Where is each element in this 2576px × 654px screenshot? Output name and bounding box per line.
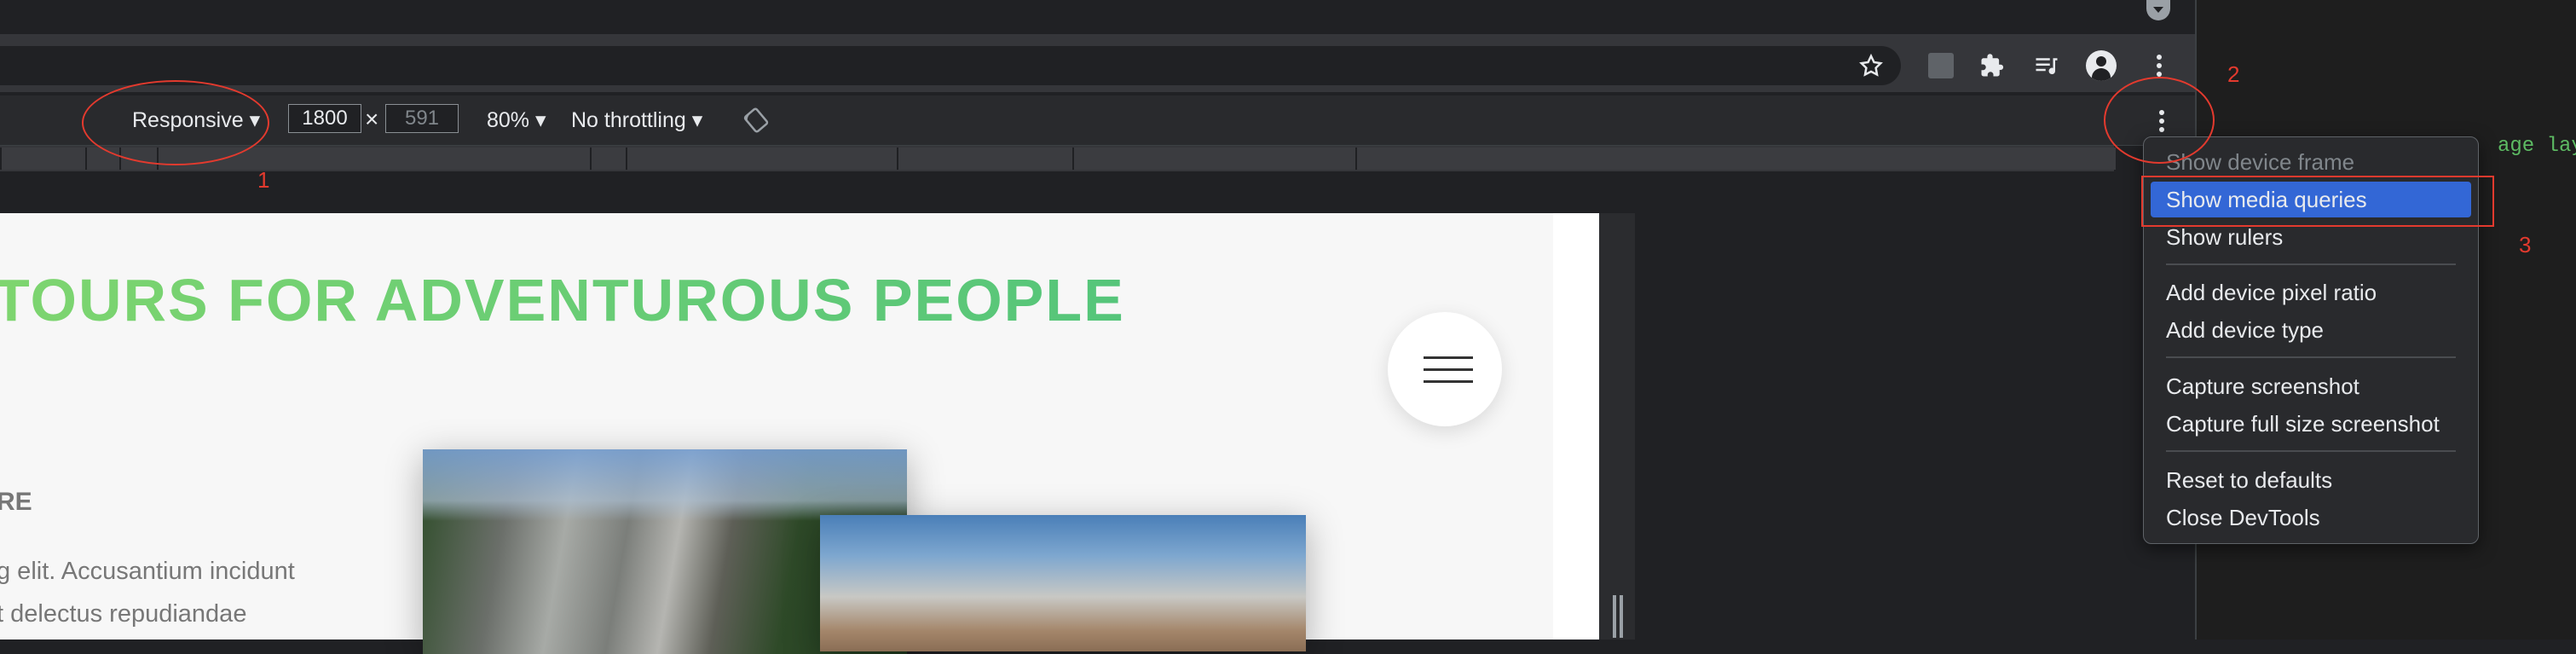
section-subheading: RE: [0, 488, 32, 516]
tab-strip: [0, 0, 2195, 36]
menu-item-close-devtools[interactable]: Close DevTools: [2166, 505, 2320, 531]
media-query-segment[interactable]: [0, 148, 85, 170]
throttling-select[interactable]: No throttling ▾: [571, 107, 702, 133]
menu-item-capture-screenshot[interactable]: Capture screenshot: [2166, 373, 2359, 400]
chevron-down-icon: [2153, 7, 2163, 13]
media-queue-icon[interactable]: [2030, 49, 2063, 82]
resize-handle[interactable]: [1620, 595, 1623, 638]
puzzle-icon[interactable]: [1976, 49, 2008, 82]
tab-divider: [0, 34, 2195, 41]
page-heading: TOURS FOR ADVENTUROUS PEOPLE: [0, 266, 1125, 334]
paragraph-line: g elit. Accusantium incidunt: [0, 558, 295, 585]
annotation-rect-media-queries: [2141, 176, 2494, 227]
profile-icon[interactable]: [2085, 49, 2117, 82]
viewport-gutter: [1599, 213, 1635, 640]
navigation-menu-button[interactable]: [1388, 312, 1502, 426]
dimension-separator: ×: [365, 106, 379, 132]
menu-item-reset-to-defaults[interactable]: Reset to defaults: [2166, 467, 2332, 494]
zoom-select[interactable]: 80% ▾: [487, 107, 546, 133]
viewport-edge: [1553, 213, 1599, 640]
media-query-segment[interactable]: [626, 148, 897, 170]
annotation-label-1: 1: [257, 167, 270, 193]
media-query-segment[interactable]: [1072, 148, 1355, 170]
menu-item-show-rulers[interactable]: Show rulers: [2166, 224, 2283, 251]
hamburger-icon: [1424, 368, 1473, 371]
hamburger-icon: [1424, 380, 1473, 383]
annotation-oval-device-select: [82, 80, 269, 165]
resize-handle[interactable]: [1613, 595, 1616, 638]
annotation-oval-more-button: [2104, 77, 2215, 164]
menu-separator: [2166, 450, 2456, 452]
menu-item-add-device-pixel-ratio[interactable]: Add device pixel ratio: [2166, 280, 2377, 306]
viewport-height-input[interactable]: 591: [385, 104, 459, 133]
menu-item-add-device-type[interactable]: Add device type: [2166, 317, 2324, 344]
paragraph-line: t delectus repudiandae: [0, 600, 247, 628]
menu-separator: [2166, 263, 2456, 265]
viewport-width-input[interactable]: 1800: [288, 104, 361, 133]
extension-se-icon[interactable]: [1925, 49, 1957, 82]
address-bar[interactable]: [0, 46, 1901, 85]
rotate-icon[interactable]: [743, 107, 769, 137]
annotation-label-3: 3: [2519, 232, 2532, 258]
sky-photo: [820, 515, 1306, 651]
media-query-segment[interactable]: [590, 148, 626, 170]
star-icon[interactable]: [1855, 49, 1887, 82]
hamburger-icon: [1424, 356, 1473, 359]
media-query-segment[interactable]: [897, 148, 1072, 170]
menu-item-capture-full-size-screenshot[interactable]: Capture full size screenshot: [2166, 411, 2440, 437]
media-query-segment[interactable]: [1355, 148, 2116, 170]
annotation-label-2: 2: [2227, 61, 2240, 87]
code-snippet: age layo: [2498, 135, 2576, 158]
menu-separator: [2166, 356, 2456, 358]
